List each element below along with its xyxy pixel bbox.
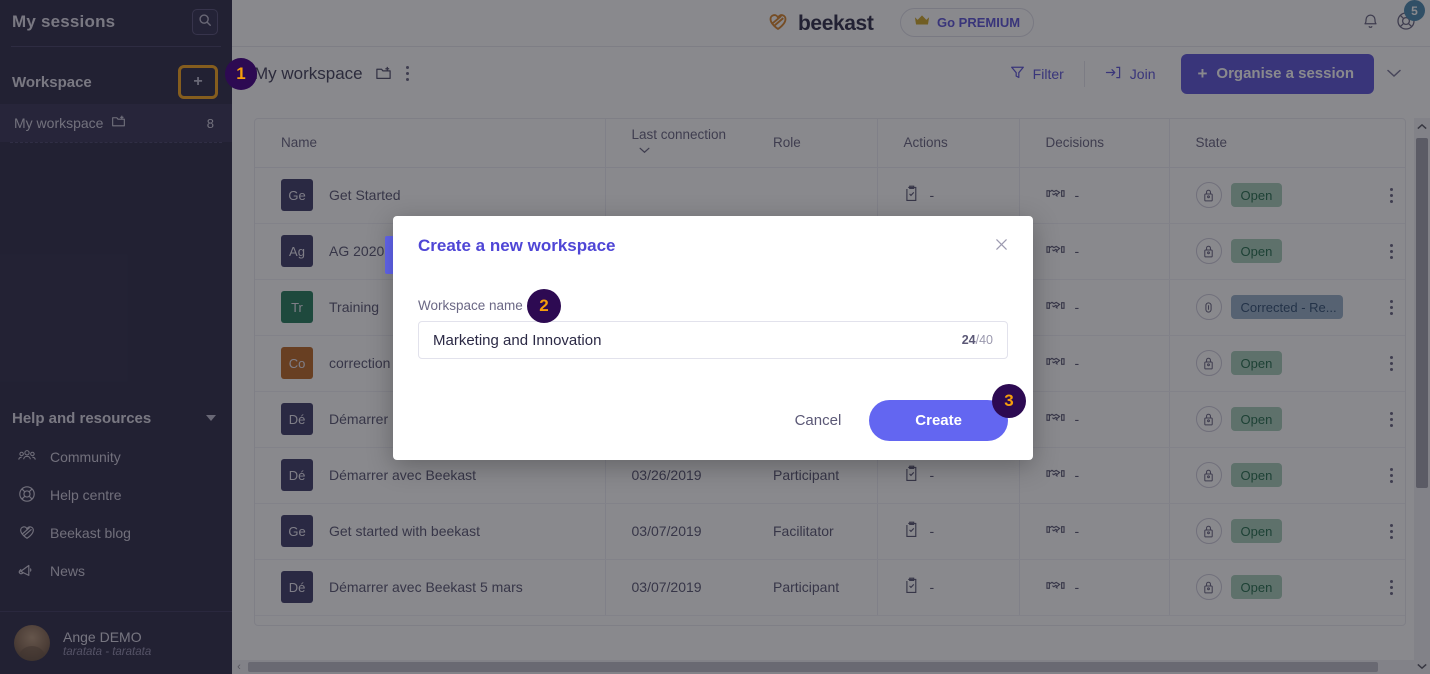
app-root: My sessions Workspace + My workspace [0,0,1430,674]
step-badge-1: 1 [225,58,257,90]
step-badge-2: 2 [527,289,561,323]
character-counter: 24/40 [962,333,993,347]
workspace-name-label: Workspace name [418,298,523,313]
close-icon[interactable] [994,237,1009,256]
character-count-current: 24 [961,333,976,347]
cancel-button[interactable]: Cancel [773,401,864,441]
create-button[interactable]: Create [869,400,1008,441]
workspace-name-input[interactable]: Marketing and Innovation 24/40 [418,321,1008,359]
modal-header: Create a new workspace [393,216,1033,276]
modal-footer: Cancel Create [773,400,1008,441]
character-count-max: /40 [975,333,993,347]
step-badge-3: 3 [992,384,1026,418]
workspace-name-value: Marketing and Innovation [433,331,602,349]
modal-title: Create a new workspace [418,236,616,255]
modal-body: Workspace name Marketing and Innovation … [393,276,1033,359]
create-workspace-modal: Create a new workspace Workspace name Ma… [393,216,1033,460]
